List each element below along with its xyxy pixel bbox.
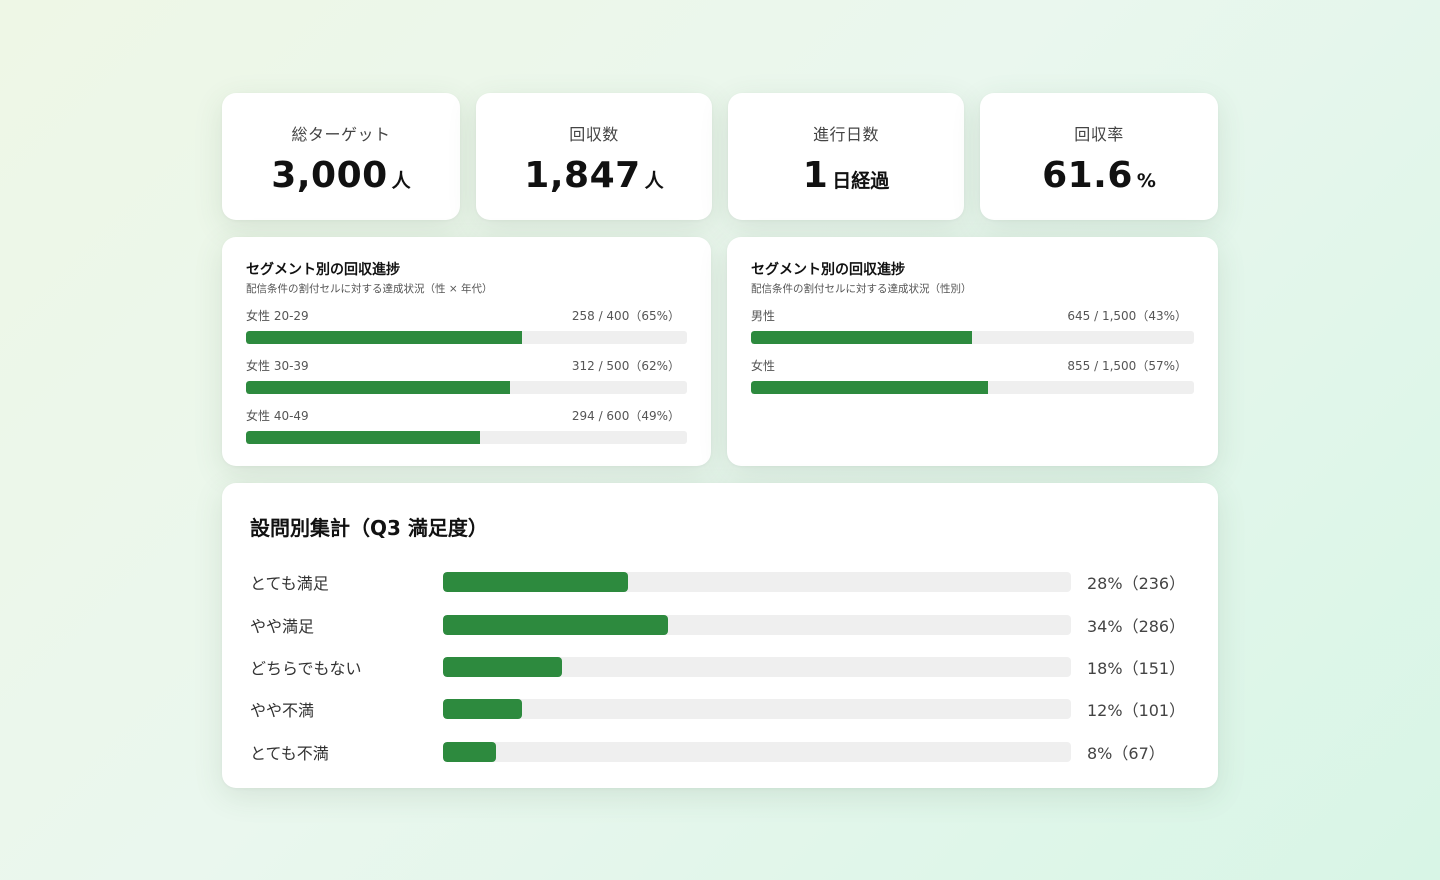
segment-value: 258 / 400（65%） <box>571 309 680 323</box>
answer-value: 34%（286） <box>1087 616 1186 636</box>
kpi-unit: 日経過 <box>832 170 890 192</box>
segment-value: 294 / 600（49%） <box>571 409 680 423</box>
answer-row: やや満足 34%（286） <box>250 603 1190 645</box>
segment-row: 女性 20-29 258 / 400（65%） <box>246 308 687 358</box>
segment-progress-card-gender: セグメント別の回収進捗 配信条件の割付セルに対する達成状況（性別） 男性 645… <box>727 237 1218 466</box>
answer-label: やや満足 <box>250 616 315 636</box>
answer-bar-track <box>443 656 1071 677</box>
answer-bar-fill <box>443 572 629 593</box>
kpi-card-responses: 回収数 1,847 人 <box>476 93 712 220</box>
answer-bar-fill <box>443 656 563 677</box>
segment-value: 645 / 1,500（43%） <box>1067 309 1187 323</box>
kpi-label: 回収率 <box>1074 125 1124 144</box>
kpi-card-elapsed-days: 進行日数 1 日経過 <box>728 93 964 220</box>
segment-row: 女性 40-49 294 / 600（49%） <box>246 408 687 458</box>
answer-bar-track <box>443 699 1071 720</box>
segment-label: 女性 40-49 <box>246 409 309 423</box>
progress-track <box>751 381 1194 394</box>
answer-row: やや不満 12%（101） <box>250 688 1190 730</box>
answer-label: とても不満 <box>250 743 329 763</box>
answer-value: 8%（67） <box>1087 743 1165 763</box>
segment-label: 女性 <box>751 359 776 373</box>
kpi-value: 1,847 <box>524 155 641 196</box>
answer-row: とても不満 8%（67） <box>250 731 1190 773</box>
answer-bar-fill <box>443 741 497 762</box>
question-summary-card: 設問別集計（Q3 満足度） とても満足 28%（236） やや満足 34%（28… <box>222 483 1218 788</box>
segment-row: 女性 855 / 1,500（57%） <box>751 358 1194 408</box>
kpi-card-response-rate: 回収率 61.6% <box>980 93 1218 220</box>
kpi-value-row: 61.6% <box>980 155 1218 196</box>
segment-row: 男性 645 / 1,500（43%） <box>751 308 1194 358</box>
kpi-value: 1 <box>802 155 829 196</box>
answer-value: 28%（236） <box>1087 574 1186 594</box>
card-title: セグメント別の回収進捗 <box>751 262 905 278</box>
answer-list: とても満足 28%（236） やや満足 34%（286） どちらでもない 18%… <box>250 561 1190 773</box>
progress-fill <box>246 381 510 394</box>
progress-fill <box>751 381 988 394</box>
answer-value: 18%（151） <box>1087 658 1186 678</box>
segment-label: 男性 <box>751 309 776 323</box>
segment-progress-card-age: セグメント別の回収進捗 配信条件の割付セルに対する達成状況（性 × 年代） 女性… <box>222 237 711 466</box>
segment-list: 女性 20-29 258 / 400（65%） 女性 30-39 312 / 5… <box>246 308 687 458</box>
answer-bar-fill <box>443 614 668 635</box>
answer-value: 12%（101） <box>1087 701 1186 721</box>
segment-list: 男性 645 / 1,500（43%） 女性 855 / 1,500（57%） <box>751 308 1194 408</box>
progress-track <box>246 381 687 394</box>
kpi-unit: 人 <box>391 170 411 192</box>
progress-fill <box>751 331 972 344</box>
progress-track <box>751 331 1194 344</box>
kpi-value-row: 3,000 人 <box>222 155 460 196</box>
progress-fill <box>246 431 481 444</box>
answer-row: とても満足 28%（236） <box>250 561 1190 603</box>
answer-label: とても満足 <box>250 574 329 594</box>
answer-bar-track <box>443 741 1071 762</box>
answer-bar-fill <box>443 699 522 720</box>
progress-track <box>246 331 687 344</box>
segment-value: 855 / 1,500（57%） <box>1067 359 1187 373</box>
card-subtitle: 配信条件の割付セルに対する達成状況（性 × 年代） <box>246 283 493 295</box>
card-title: セグメント別の回収進捗 <box>246 262 400 278</box>
kpi-unit: % <box>1136 170 1156 192</box>
progress-track <box>246 431 687 444</box>
kpi-value: 61.6 <box>1042 155 1133 196</box>
kpi-value-row: 1 日経過 <box>728 155 964 196</box>
card-title: 設問別集計（Q3 満足度） <box>250 516 488 540</box>
kpi-card-total-target: 総ターゲット 3,000 人 <box>222 93 460 220</box>
answer-bar-track <box>443 614 1071 635</box>
dashboard-canvas: 総ターゲット 3,000 人 回収数 1,847 人 進行日数 1 日経過 回収率 6… <box>0 0 1440 880</box>
segment-row: 女性 30-39 312 / 500（62%） <box>246 358 687 408</box>
segment-label: 女性 30-39 <box>246 359 309 373</box>
kpi-value-row: 1,847 人 <box>476 155 712 196</box>
kpi-label: 総ターゲット <box>291 125 391 144</box>
answer-row: どちらでもない 18%（151） <box>250 646 1190 688</box>
kpi-label: 回収数 <box>569 125 619 144</box>
kpi-unit: 人 <box>644 170 664 192</box>
segment-label: 女性 20-29 <box>246 309 309 323</box>
answer-bar-track <box>443 572 1071 593</box>
progress-fill <box>246 331 522 344</box>
answer-label: どちらでもない <box>250 658 362 678</box>
kpi-value: 3,000 <box>271 155 388 196</box>
segment-value: 312 / 500（62%） <box>571 359 680 373</box>
card-subtitle: 配信条件の割付セルに対する達成状況（性別） <box>751 283 972 295</box>
kpi-label: 進行日数 <box>812 125 879 144</box>
answer-label: やや不満 <box>250 701 315 721</box>
